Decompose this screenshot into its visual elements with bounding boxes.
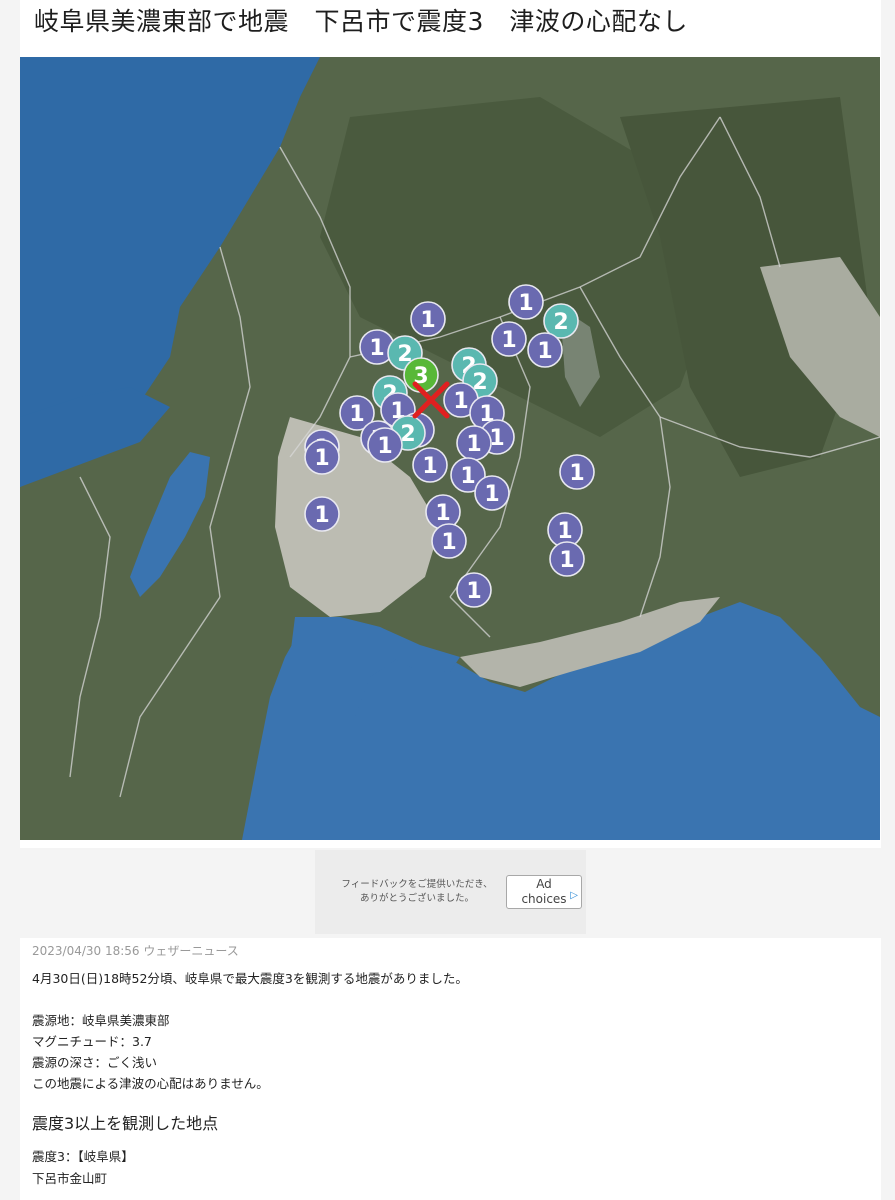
intensity-marker: 1 [456, 425, 492, 461]
article-lead: 4月30日(日)18時52分頃、岐阜県で最大震度3を観測する地震がありました。 [32, 971, 468, 986]
intensity-marker-label: 1 [559, 548, 574, 573]
intensity-marker-label: 1 [453, 389, 468, 414]
intensity-marker-label: 1 [349, 402, 364, 427]
section-title: 震度3以上を観測した地点 [32, 1114, 219, 1133]
detail-epicenter: 震源地：岐阜県美濃東部 [32, 1013, 170, 1028]
intensity-marker: 1 [425, 494, 461, 530]
intensity-marker-label: 1 [466, 579, 481, 604]
intensity-marker: 1 [412, 447, 448, 483]
intensity-marker: 1 [304, 439, 340, 475]
intensity-marker-label: 2 [553, 310, 568, 335]
intensity-marker-label: 1 [569, 461, 584, 486]
intensity-marker: 1 [491, 321, 527, 357]
section-line: 下呂市金山町 [32, 1171, 108, 1186]
ad-feedback-line: ありがとうございました。 [359, 893, 474, 904]
seismic-intensity-map: 112112122321111121111111111111111 [20, 57, 880, 840]
intensity-marker-label: 1 [460, 464, 475, 489]
intensity-marker-label: 1 [537, 339, 552, 364]
intensity-marker-label: 1 [441, 530, 456, 555]
intensity-marker: 1 [367, 427, 403, 463]
intensity-marker-label: 1 [314, 446, 329, 471]
intensity-marker-label: 1 [484, 482, 499, 507]
intensity-marker-label: 1 [466, 432, 481, 457]
intensity-marker-label: 1 [435, 501, 450, 526]
intensity-marker-label: 1 [489, 426, 504, 451]
intensity-marker-label: 1 [422, 454, 437, 479]
article-meta: 2023/04/30 18:56 ウェザーニュース [32, 944, 239, 958]
ad-feedback-line: フィードバックをご提供いただき、 [341, 879, 493, 890]
intensity-marker: 1 [559, 454, 595, 490]
page-title: 岐阜県美濃東部で地震 下呂市で震度3 津波の心配なし [34, 7, 688, 36]
detail-depth: 震源の深さ：ごく浅い [32, 1055, 158, 1070]
article-body: 2023/04/30 18:56 ウェザーニュース 4月30日(日)18時52分… [20, 938, 881, 1200]
ad-choices-button[interactable]: Ad choices ▷ [506, 875, 582, 909]
intensity-marker-label: 1 [501, 328, 516, 353]
intensity-marker-label: 1 [557, 519, 572, 544]
ad-feedback-text: フィードバックをご提供いただき、 ありがとうございました。 [327, 878, 507, 906]
intensity-marker-label: 1 [377, 434, 392, 459]
detail-tsunami: この地震による津波の心配はありません。 [32, 1076, 269, 1091]
intensity-marker: 1 [410, 301, 446, 337]
map-svg: 112112122321111121111111111111111 [20, 57, 880, 840]
intensity-marker: 1 [508, 284, 544, 320]
intensity-marker: 1 [431, 523, 467, 559]
intensity-marker-label: 1 [314, 503, 329, 528]
section-line: 震度3：【岐阜県】 [32, 1149, 134, 1164]
intensity-marker: 1 [456, 572, 492, 608]
intensity-marker: 1 [304, 496, 340, 532]
intensity-marker-label: 1 [420, 308, 435, 333]
intensity-marker-label: 1 [518, 291, 533, 316]
ad-feedback-panel: フィードバックをご提供いただき、 ありがとうございました。 Ad choices… [315, 850, 586, 934]
intensity-marker-label: 1 [369, 336, 384, 361]
intensity-marker: 1 [474, 475, 510, 511]
intensity-marker: 1 [549, 541, 585, 577]
adchoices-triangle-icon: ▷ [570, 890, 578, 901]
intensity-marker: 1 [527, 332, 563, 368]
detail-magnitude: マグニチュード：3.7 [32, 1034, 152, 1049]
